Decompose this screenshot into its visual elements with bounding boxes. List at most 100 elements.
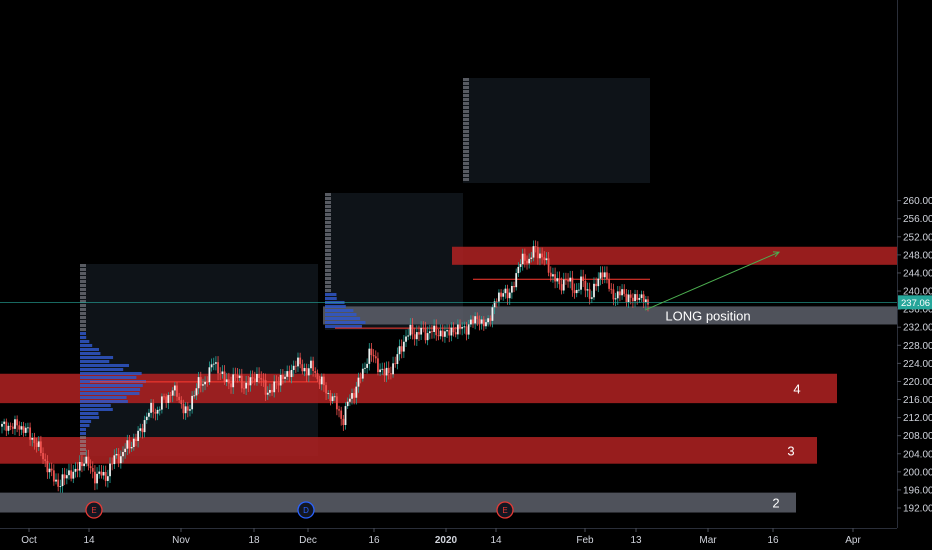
- vp-bar: [325, 265, 331, 268]
- x-tick-label: 2020: [435, 535, 458, 546]
- y-tick-label: 224.00: [903, 359, 932, 370]
- y-tick-label: 232.00: [903, 323, 932, 334]
- vp-bar: [325, 253, 331, 256]
- vp-bar: [80, 408, 113, 411]
- vp-bar: [325, 313, 357, 316]
- vp-bar: [463, 106, 469, 109]
- vp-bar: [325, 209, 331, 212]
- vp-bar: [325, 229, 331, 232]
- y-tick-label: 248.00: [903, 250, 932, 261]
- zone-label-zone-2: 2: [772, 496, 779, 511]
- y-tick-label: 196.00: [903, 485, 932, 496]
- y-tick-label: 216.00: [903, 395, 932, 406]
- vp-bar: [80, 312, 86, 315]
- event-letter: E: [502, 506, 507, 515]
- zone-support-long: [323, 306, 897, 325]
- vp-bar: [80, 412, 99, 415]
- x-tick-label: 16: [767, 535, 779, 546]
- vp-bar: [463, 166, 469, 169]
- vp-bar: [80, 316, 86, 319]
- vp-box-profile-oct-nov: [80, 264, 318, 456]
- vp-bar: [80, 340, 90, 343]
- vp-bar: [325, 221, 331, 224]
- event-marker-earnings[interactable]: E: [496, 501, 514, 519]
- vp-bar: [325, 201, 331, 204]
- zone-label-zone-4: 4: [793, 381, 800, 396]
- vp-bar: [80, 372, 142, 375]
- vp-box-profile-jan-feb: [463, 78, 650, 183]
- vp-bar: [325, 317, 361, 320]
- event-letter: D: [303, 506, 309, 515]
- vp-bar: [325, 277, 331, 280]
- vp-bar: [325, 293, 337, 296]
- vp-bar: [325, 193, 331, 196]
- vp-bar: [463, 178, 469, 181]
- event-marker-dividend[interactable]: D: [297, 501, 315, 519]
- vp-bar: [463, 142, 469, 145]
- event-marker-earnings[interactable]: E: [85, 501, 103, 519]
- vp-bar: [325, 285, 331, 288]
- x-tick-label: Oct: [21, 535, 37, 546]
- vp-bar: [325, 269, 331, 272]
- vp-bar: [463, 146, 469, 149]
- vp-bar: [325, 217, 331, 220]
- vp-bar: [80, 352, 101, 355]
- vp-bar: [463, 94, 469, 97]
- vp-bar: [80, 308, 86, 311]
- current-price-label: 237.06: [901, 298, 930, 309]
- vp-bar: [80, 344, 93, 347]
- vp-bar: [80, 432, 86, 435]
- vp-bar: [463, 118, 469, 121]
- vp-bar: [463, 134, 469, 137]
- vp-bar: [325, 257, 331, 260]
- vp-bar: [463, 150, 469, 153]
- y-tick-label: 244.00: [903, 268, 932, 279]
- vp-bar: [80, 296, 86, 299]
- vp-bar: [80, 448, 86, 451]
- event-letter: E: [91, 506, 96, 515]
- vp-bar: [463, 122, 469, 125]
- vp-bar: [463, 102, 469, 105]
- vp-bar: [325, 261, 331, 264]
- vp-bar: [80, 348, 100, 351]
- vp-bar: [325, 281, 331, 284]
- vp-bar: [80, 416, 100, 419]
- vp-bar: [463, 90, 469, 93]
- vp-bar: [80, 368, 124, 371]
- vp-bar: [80, 276, 86, 279]
- vp-bar: [80, 392, 140, 395]
- vp-bar: [80, 360, 110, 363]
- vp-bar: [80, 356, 114, 359]
- vp-bar: [463, 98, 469, 101]
- vp-bar: [80, 376, 137, 379]
- current-price-badge: 237.06: [898, 295, 932, 310]
- x-tick-label: Apr: [845, 535, 861, 546]
- vp-bar: [463, 162, 469, 165]
- vp-bar: [463, 130, 469, 133]
- vp-bar: [80, 320, 86, 323]
- vp-bar: [463, 78, 469, 81]
- vp-bar: [325, 297, 337, 300]
- vp-bar: [325, 213, 331, 216]
- vp-bar: [80, 304, 86, 307]
- vp-bar: [80, 364, 129, 367]
- vp-bar: [80, 332, 86, 335]
- vp-bar: [325, 241, 331, 244]
- vp-bar: [80, 420, 92, 423]
- y-tick-label: 256.00: [903, 214, 932, 225]
- vp-bar: [463, 110, 469, 113]
- y-tick-label: 192.00: [903, 504, 932, 515]
- vp-bar: [80, 268, 86, 271]
- y-tick-label: 204.00: [903, 449, 932, 460]
- vp-bar: [325, 289, 331, 292]
- vp-bar: [463, 86, 469, 89]
- x-tick-label: Mar: [699, 535, 717, 546]
- vp-bar: [80, 292, 86, 295]
- price-chart[interactable]: LONG position 4 3 2 E D E 192.00 196.00 200.00 2…: [0, 0, 932, 550]
- vp-bar: [80, 264, 86, 267]
- zone-label-support-long: LONG position: [665, 308, 750, 323]
- y-tick-label: 208.00: [903, 431, 932, 442]
- vp-bar: [80, 388, 141, 391]
- vp-bar: [80, 404, 111, 407]
- x-tick-label: Nov: [172, 535, 190, 546]
